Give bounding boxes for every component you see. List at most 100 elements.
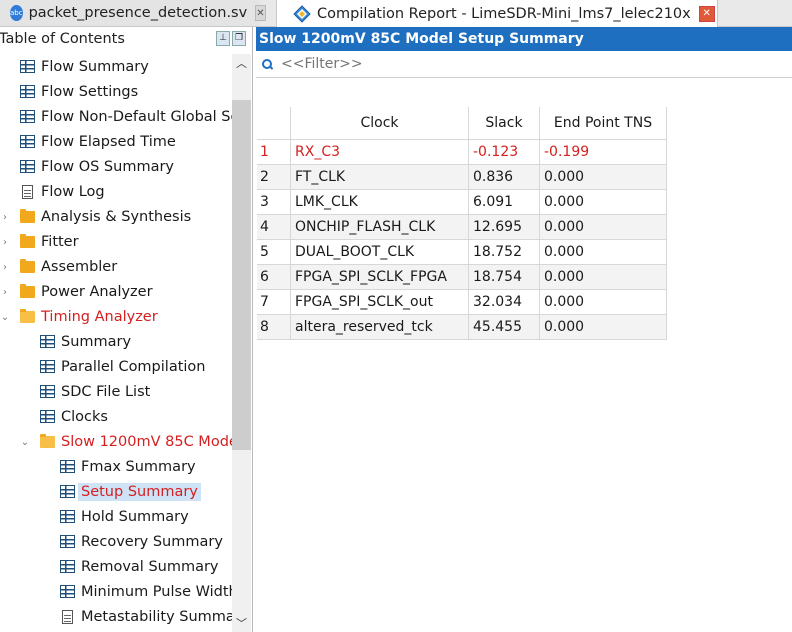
table-icon — [60, 485, 75, 498]
search-icon — [262, 58, 273, 70]
toc-item-hold-summary[interactable]: Hold Summary — [0, 506, 232, 528]
chevron-right-icon[interactable]: › — [0, 262, 10, 273]
toc-item-flow-elapsed-time[interactable]: Flow Elapsed Time — [0, 131, 232, 153]
toc-item-flow-summary[interactable]: Flow Summary — [0, 56, 232, 78]
tab-label: packet_presence_detection.sv — [28, 5, 248, 21]
close-icon[interactable]: ✕ — [255, 5, 266, 21]
scroll-up-icon[interactable]: ︿ — [232, 54, 251, 72]
cell-tns: 0.000 — [539, 314, 667, 340]
table-icon — [40, 360, 55, 373]
table-icon — [40, 335, 55, 348]
toc-scrollbar[interactable]: ︿ ﹀ — [232, 54, 251, 632]
toc-item-label: Flow Non-Default Global Se — [41, 109, 232, 125]
toc-item-slow-1200mv-85c-model[interactable]: ⌄ Slow 1200mV 85C Mode — [0, 431, 232, 453]
table-header-row: Clock Slack End Point TNS — [257, 107, 667, 140]
toc-item-flow-os-summary[interactable]: Flow OS Summary — [0, 156, 232, 178]
scroll-down-icon[interactable]: ﹀ — [232, 614, 251, 632]
document-tab-bar: abc packet_presence_detection.sv ✕ Compi… — [0, 0, 792, 27]
toc-item-recovery-summary[interactable]: Recovery Summary — [0, 531, 232, 553]
toc-item-fmax-summary[interactable]: Fmax Summary — [0, 456, 232, 478]
toc-item-metastability-summary[interactable]: Metastability Summar — [0, 606, 232, 628]
column-header-index[interactable] — [257, 107, 291, 140]
table-icon — [40, 410, 55, 423]
toc-item-flow-non-default-global-settings[interactable]: Flow Non-Default Global Se — [0, 106, 232, 128]
toc-item-setup-summary[interactable]: Setup Summary — [0, 481, 232, 503]
toc-item-power-analyzer[interactable]: › Power Analyzer — [0, 281, 232, 303]
close-icon[interactable]: ✕ — [698, 5, 715, 22]
table-row[interactable]: 3 LMK_CLK 6.091 0.000 — [257, 189, 667, 215]
toc-item-label: Minimum Pulse Width — [81, 584, 232, 600]
chevron-right-icon[interactable]: › — [0, 212, 10, 223]
cell-slack: 45.455 — [468, 314, 540, 340]
column-header-slack[interactable]: Slack — [468, 107, 540, 140]
cell-slack: 18.752 — [468, 239, 540, 265]
toc-item-timing-analyzer[interactable]: ⌄ Timing Analyzer — [0, 306, 232, 328]
table-icon — [40, 385, 55, 398]
table-row[interactable]: 2 FT_CLK 0.836 0.000 — [257, 164, 667, 190]
folder-icon — [20, 209, 35, 223]
toc-item-label: Setup Summary — [78, 483, 201, 501]
chevron-down-icon[interactable]: ⌄ — [0, 312, 10, 323]
table-icon — [20, 60, 35, 73]
folder-icon — [20, 259, 35, 273]
chevron-right-icon[interactable]: › — [0, 237, 10, 248]
cell-slack: 32.034 — [468, 289, 540, 315]
toc-item-label: Recovery Summary — [81, 534, 223, 550]
chevron-right-icon[interactable]: › — [0, 287, 10, 298]
scrollbar-thumb[interactable] — [232, 100, 251, 450]
toc-tree: Flow Summary Flow Settings Flow Non-Defa… — [0, 54, 232, 632]
folder-open-icon — [40, 434, 55, 448]
toc-item-clocks[interactable]: Clocks — [0, 406, 232, 428]
toc-item-flow-settings[interactable]: Flow Settings — [0, 81, 232, 103]
tab-source-file[interactable]: abc packet_presence_detection.sv ✕ — [0, 0, 266, 26]
cell-tns: 0.000 — [539, 214, 667, 240]
row-index: 4 — [257, 214, 291, 240]
toc-item-assembler[interactable]: › Assembler — [0, 256, 232, 278]
toc-item-label: Parallel Compilation — [61, 359, 206, 375]
table-row[interactable]: 6 FPGA_SPI_SCLK_FPGA 18.754 0.000 — [257, 264, 667, 290]
row-index: 8 — [257, 314, 291, 340]
cell-slack: -0.123 — [468, 139, 540, 165]
toc-item-flow-log[interactable]: Flow Log — [0, 181, 232, 203]
column-header-clock[interactable]: Clock — [290, 107, 469, 140]
filter-input[interactable] — [279, 55, 583, 73]
table-row[interactable]: 8 altera_reserved_tck 45.455 0.000 — [257, 314, 667, 340]
toc-item-label: Slow 1200mV 85C Mode — [61, 434, 232, 450]
toc-item-label: Timing Analyzer — [41, 309, 158, 325]
column-header-end-point-tns[interactable]: End Point TNS — [539, 107, 667, 140]
toc-item-label: Metastability Summar — [81, 609, 232, 625]
cell-slack: 18.754 — [468, 264, 540, 290]
table-row[interactable]: 7 FPGA_SPI_SCLK_out 32.034 0.000 — [257, 289, 667, 315]
document-icon — [62, 610, 73, 624]
cell-clock: RX_C3 — [290, 139, 469, 165]
panel-title: Table of Contents — [0, 31, 125, 47]
cell-clock: FPGA_SPI_SCLK_out — [290, 289, 469, 315]
toc-item-removal-summary[interactable]: Removal Summary — [0, 556, 232, 578]
toc-item-label: Flow OS Summary — [41, 159, 175, 175]
pin-icon[interactable]: ⊥ — [216, 31, 230, 46]
table-row[interactable]: 5 DUAL_BOOT_CLK 18.752 0.000 — [257, 239, 667, 265]
toc-item-fitter[interactable]: › Fitter — [0, 231, 232, 253]
toc-item-label: Flow Log — [41, 184, 105, 200]
tab-compilation-report[interactable]: Compilation Report - LimeSDR-Mini_lms7_l… — [276, 0, 718, 27]
toc-item-parallel-compilation[interactable]: Parallel Compilation — [0, 356, 232, 378]
toc-item-label: Flow Summary — [41, 59, 149, 75]
compilation-report-icon — [293, 4, 311, 23]
cell-tns: 0.000 — [539, 264, 667, 290]
toc-item-label: Hold Summary — [81, 509, 189, 525]
table-row[interactable]: 4 ONCHIP_FLASH_CLK 12.695 0.000 — [257, 214, 667, 240]
table-row[interactable]: 1 RX_C3 -0.123 -0.199 — [257, 139, 667, 165]
table-icon — [60, 510, 75, 523]
toc-item-label: Analysis & Synthesis — [41, 209, 192, 225]
restore-window-icon[interactable]: ❐ — [232, 31, 246, 46]
folder-icon — [20, 284, 35, 298]
toc-item-ta-summary[interactable]: Summary — [0, 331, 232, 353]
toc-item-sdc-file-list[interactable]: SDC File List — [0, 381, 232, 403]
cell-slack: 0.836 — [468, 164, 540, 190]
toc-item-minimum-pulse-width[interactable]: Minimum Pulse Width — [0, 581, 232, 603]
toc-item-analysis-synthesis[interactable]: › Analysis & Synthesis — [0, 206, 232, 228]
table-icon — [60, 535, 75, 548]
toc-item-label: Assembler — [41, 259, 118, 275]
toc-item-label: Fitter — [41, 234, 79, 250]
chevron-down-icon[interactable]: ⌄ — [20, 437, 30, 448]
